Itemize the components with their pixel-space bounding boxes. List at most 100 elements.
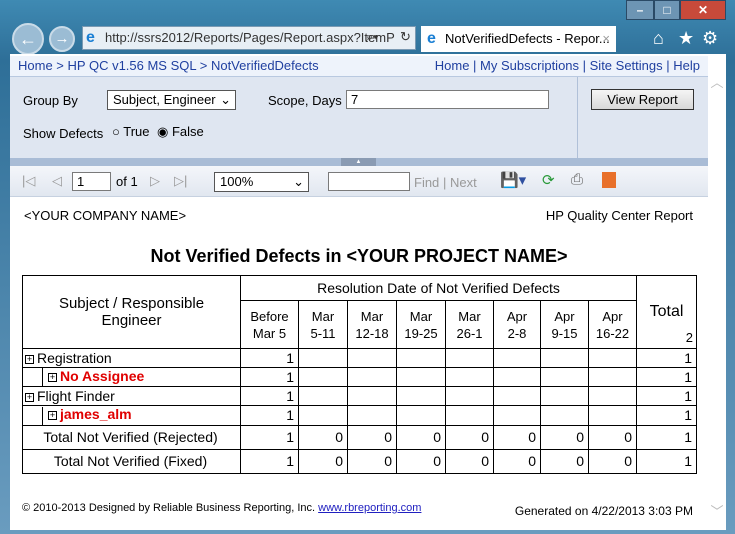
home-icon[interactable]: ⌂	[653, 28, 664, 49]
zoom-value: 100%	[220, 174, 254, 189]
scroll-up-icon[interactable]: ︿	[708, 72, 726, 91]
close-window-button[interactable]: ✕	[680, 0, 726, 20]
top-links: Home | My Subscriptions | Site Settings …	[434, 58, 700, 73]
print-icon[interactable]: ⎙	[571, 171, 583, 188]
scope-label: Scope, Days	[268, 93, 342, 108]
column-header-line1: Before	[250, 308, 289, 324]
value-cell	[540, 366, 589, 388]
expand-icon[interactable]: +	[48, 372, 57, 382]
value-cell: 0	[445, 424, 494, 450]
tab-notverifieddefects[interactable]: NotVerifiedDefects - Repor... ×	[421, 26, 616, 52]
value-cell	[396, 405, 446, 426]
radio-true[interactable]: ○ True	[112, 124, 149, 139]
link-site-settings[interactable]: Site Settings	[590, 58, 663, 73]
row-label-cell: + No Assignee	[22, 366, 241, 388]
value-cell: 1	[240, 348, 299, 368]
total-header-label: Total	[649, 303, 684, 320]
value-cell	[493, 405, 541, 426]
value-cell: 1	[240, 405, 299, 426]
value-cell	[588, 405, 637, 426]
value-cell: 0	[396, 448, 446, 474]
back-button[interactable]: ←	[12, 23, 44, 55]
table-row: Total Not Verified (Fixed) 1 0 0 0 0 0 0 0 1	[22, 448, 697, 474]
search-icon[interactable]: ⌕▾	[366, 29, 379, 45]
value-cell: 0	[298, 424, 348, 450]
report-toolbar: |◁ ◁ of 1 ▷ ▷| 100% ⌄ Find | Next 💾▾ ⟳ ⎙	[10, 166, 708, 197]
row-label: Total Not Verified (Rejected)	[43, 429, 218, 446]
parameters-panel: Group By Subject, Engineer ⌄ Scope, Days …	[10, 77, 708, 158]
column-header-line2: 2-8	[507, 325, 527, 341]
chevron-down-icon: ⌄	[220, 92, 231, 107]
first-page-icon[interactable]: |◁	[22, 173, 35, 189]
value-cell	[493, 366, 541, 388]
value-cell: 0	[588, 424, 637, 450]
refresh-report-icon[interactable]: ⟳	[542, 171, 555, 189]
expand-icon[interactable]: +	[25, 393, 34, 403]
scroll-down-icon[interactable]: ﹀	[708, 501, 726, 520]
last-page-icon[interactable]: ▷|	[174, 173, 187, 189]
column-header: Apr 2-8	[493, 300, 541, 349]
row-label: No Assignee	[60, 368, 145, 384]
ie-tab-icon: e	[427, 30, 436, 47]
breadcrumb-home[interactable]: Home	[18, 58, 53, 73]
export-icon[interactable]: 💾▾	[500, 171, 526, 189]
close-tab-icon[interactable]: ×	[602, 26, 610, 52]
total-cell: 1	[636, 448, 697, 474]
find-link[interactable]: Find	[414, 175, 439, 190]
page-number-input[interactable]	[72, 172, 111, 191]
column-header: Mar 5-11	[298, 300, 348, 349]
collapse-bar[interactable]: ▲	[10, 158, 708, 166]
value-cell: 0	[347, 448, 397, 474]
value-cell	[540, 348, 589, 368]
view-report-button[interactable]: View Report	[591, 89, 694, 110]
scope-days-input[interactable]	[346, 90, 549, 109]
column-header-line1: Mar	[458, 308, 481, 324]
data-feed-icon[interactable]	[602, 172, 616, 188]
rbreporting-link[interactable]: www.rbreporting.com	[318, 502, 421, 514]
expand-icon[interactable]: +	[25, 354, 34, 364]
collapse-arrow-icon[interactable]: ▲	[341, 158, 376, 166]
radio-true-label: True	[123, 124, 150, 139]
show-defects-label: Show Defects	[23, 126, 104, 141]
group-header: Resolution Date of Not Verified Defects	[240, 275, 637, 301]
breadcrumb-folder[interactable]: HP QC v1.56 MS SQL	[68, 58, 197, 73]
radio-false[interactable]: ◉ False	[157, 124, 204, 140]
forward-button[interactable]: →	[49, 26, 75, 52]
vertical-scrollbar[interactable]: ︿ ﹀	[708, 56, 726, 530]
value-cell	[396, 366, 446, 388]
link-my-subscriptions[interactable]: My Subscriptions	[480, 58, 579, 73]
link-help[interactable]: Help	[673, 58, 700, 73]
favorites-icon[interactable]: ★	[678, 28, 694, 49]
column-header-line2: 16-22	[595, 325, 630, 341]
value-cell: 0	[493, 448, 541, 474]
value-cell	[347, 405, 397, 426]
group-by-value: Subject, Engineer	[113, 92, 216, 107]
page-count: of 1	[116, 174, 138, 189]
row-label-cell: + james_alm	[22, 405, 241, 426]
gear-icon[interactable]: ⚙	[702, 28, 718, 49]
link-home[interactable]: Home	[435, 58, 470, 73]
maximize-button[interactable]: □	[654, 0, 680, 20]
value-cell	[347, 348, 397, 368]
tab-title: NotVerifiedDefects - Repor...	[445, 31, 610, 46]
group-by-select[interactable]: Subject, Engineer ⌄	[107, 90, 236, 110]
column-header-line2: 19-25	[404, 325, 438, 341]
minimize-button[interactable]: –	[626, 0, 654, 20]
zoom-select[interactable]: 100% ⌄	[214, 172, 309, 192]
find-input[interactable]	[328, 172, 410, 191]
total-cell: 1	[636, 348, 697, 368]
next-link[interactable]: Next	[450, 175, 477, 190]
expand-icon[interactable]: +	[48, 411, 57, 421]
breadcrumb-report[interactable]: NotVerifiedDefects	[211, 58, 319, 73]
next-page-icon[interactable]: ▷	[150, 173, 160, 189]
refresh-icon[interactable]: ↻	[400, 29, 411, 45]
group-by-label: Group By	[23, 93, 78, 108]
url-text: http://ssrs2012/Reports/Pages/Report.asp…	[105, 30, 395, 45]
copyright-text: © 2010-2013 Designed by Reliable Busines…	[22, 502, 316, 514]
value-cell	[298, 366, 348, 388]
total-header: Total 2	[636, 275, 697, 349]
ie-icon: e	[86, 29, 95, 46]
value-cell	[396, 348, 446, 368]
column-header-line2: Mar 5	[252, 325, 287, 341]
prev-page-icon[interactable]: ◁	[52, 173, 62, 189]
